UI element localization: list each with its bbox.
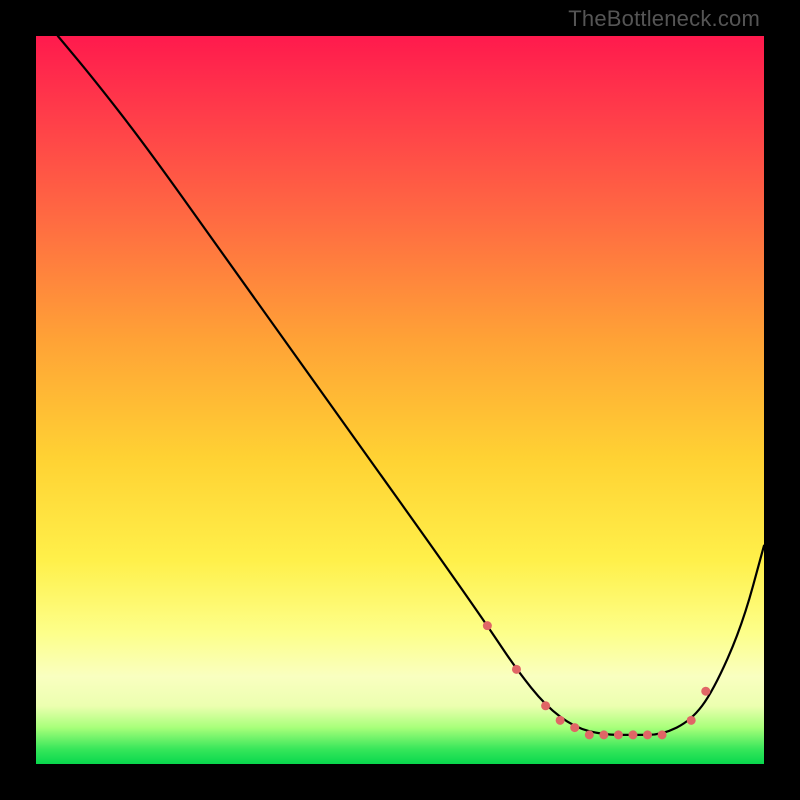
- marker-dot: [658, 730, 667, 739]
- marker-dot: [512, 665, 521, 674]
- marker-dot: [541, 701, 550, 710]
- marker-dot: [687, 716, 696, 725]
- watermark-text: TheBottleneck.com: [568, 6, 760, 32]
- marker-dot: [599, 730, 608, 739]
- marker-dot: [643, 730, 652, 739]
- marker-dot: [628, 730, 637, 739]
- marker-dot: [614, 730, 623, 739]
- chart-frame: [36, 36, 764, 764]
- marker-dot: [585, 730, 594, 739]
- marker-dot: [570, 723, 579, 732]
- chart-svg: [36, 36, 764, 764]
- marker-dot: [483, 621, 492, 630]
- flat-region-markers: [483, 621, 710, 739]
- marker-dot: [556, 716, 565, 725]
- marker-dot: [701, 687, 710, 696]
- bottleneck-curve: [58, 36, 764, 735]
